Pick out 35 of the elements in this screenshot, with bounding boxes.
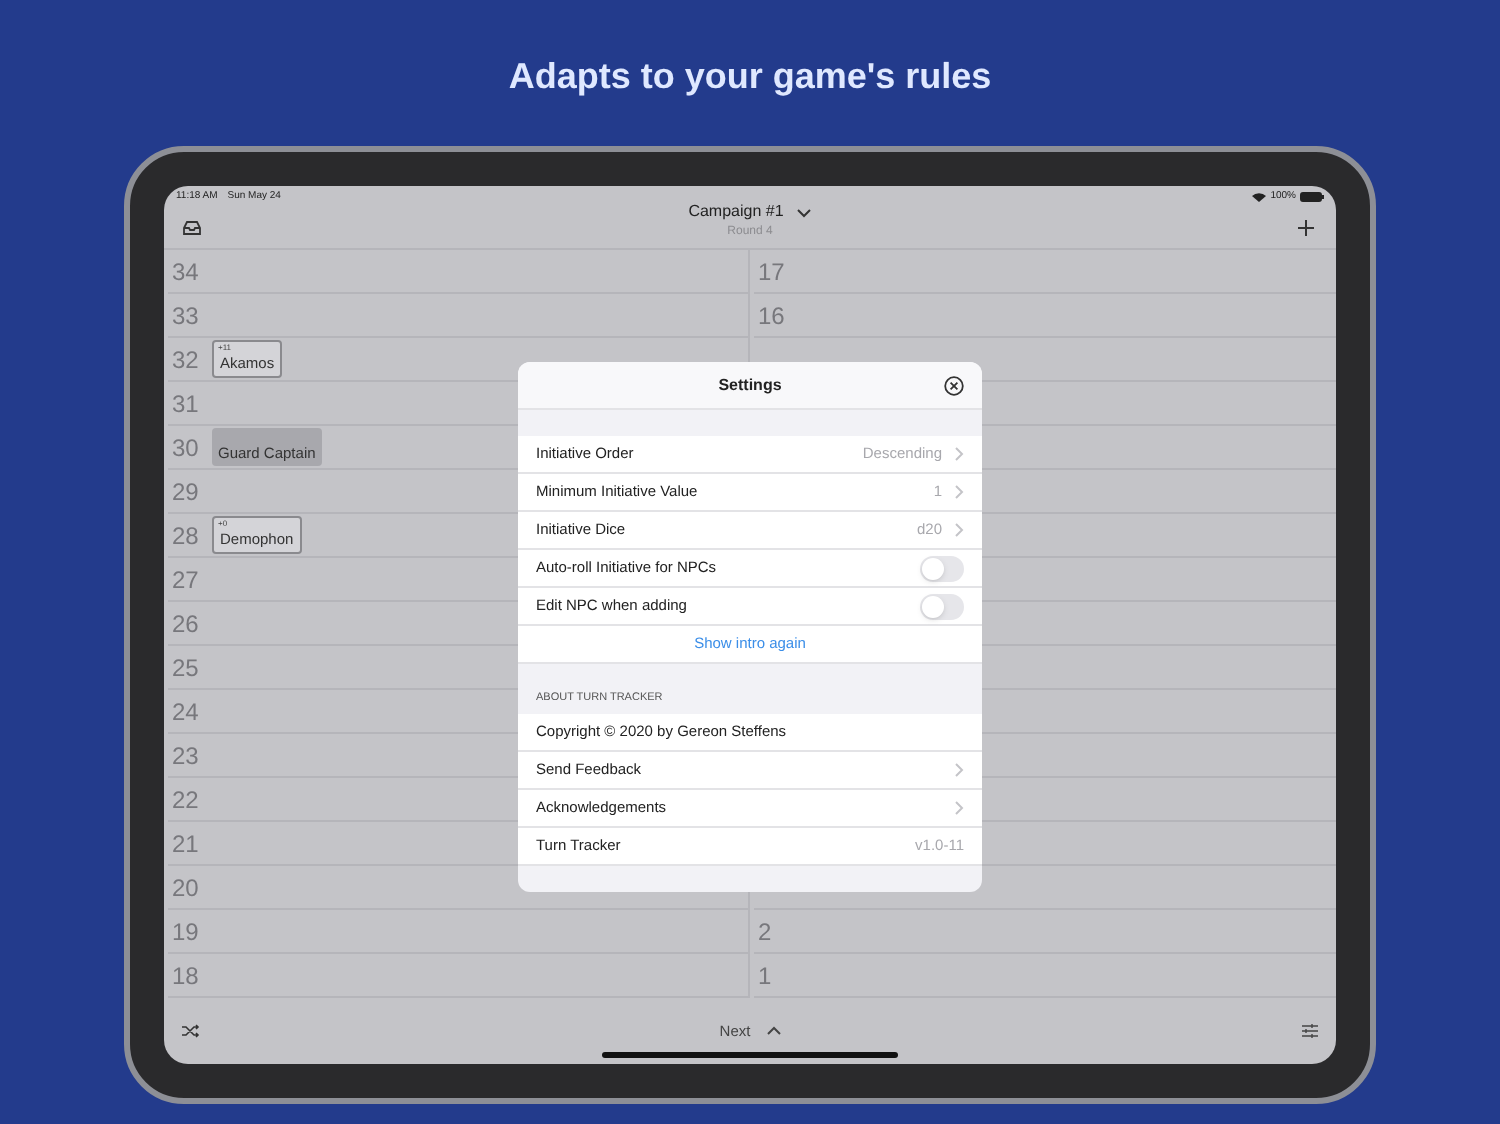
close-icon[interactable] [944, 375, 964, 395]
settings-sliders-icon[interactable] [1301, 1024, 1318, 1038]
initiative-number: 18 [172, 959, 201, 993]
toggle-switch[interactable] [920, 555, 964, 581]
add-icon[interactable] [1298, 220, 1314, 236]
nav-title[interactable]: Campaign #1 [688, 200, 784, 224]
initiative-number: 17 [758, 255, 787, 289]
initiative-number: 26 [172, 607, 201, 641]
initiative-number: 2 [758, 915, 774, 949]
toggle-switch[interactable] [920, 593, 964, 619]
chevron-down-icon[interactable] [795, 207, 812, 217]
initiative-number: 34 [172, 255, 201, 289]
initiative-number: 19 [172, 915, 201, 949]
initiative-number: 16 [758, 299, 787, 333]
initiative-number: 30 [172, 431, 201, 465]
initiative-number: 33 [172, 299, 201, 333]
headline: Adapts to your game's rules [508, 54, 992, 100]
initiative-number: 22 [172, 783, 201, 817]
dialog-title: Settings [718, 373, 782, 397]
battery-icon [1300, 192, 1324, 203]
initiative-number: 25 [172, 651, 201, 685]
shuffle-icon[interactable] [182, 1024, 200, 1038]
initiative-number: 28 [172, 519, 201, 553]
wifi-icon [1252, 192, 1267, 203]
initiative-number: 23 [172, 739, 201, 773]
initiative-number: 24 [172, 695, 201, 729]
initiative-number: 1 [758, 959, 774, 993]
initiative-number: 29 [172, 475, 201, 509]
inbox-icon[interactable] [182, 220, 202, 236]
initiative-number: 21 [172, 827, 201, 861]
chevron-up-icon [766, 1026, 783, 1036]
initiative-number: 20 [172, 871, 201, 905]
initiative-number: 31 [172, 387, 201, 421]
initiative-number: 32 [172, 343, 201, 377]
initiative-number: 27 [172, 563, 201, 597]
